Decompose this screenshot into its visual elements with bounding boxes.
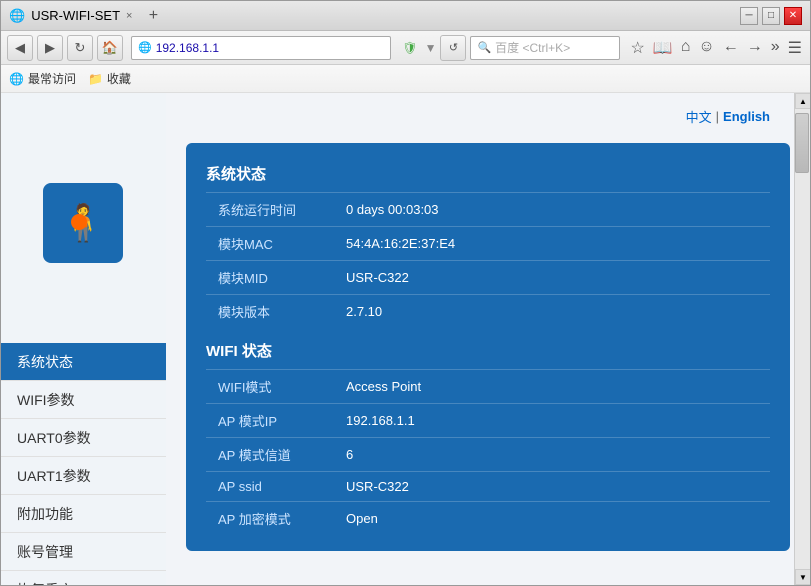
row-ap-ip: AP 模式IP 192.168.1.1 [206,403,770,437]
system-section-title: 系统状态 [206,163,770,184]
sidebar: 🧍 系统状态 WIFI参数 UART0参数 UART1参数 附加功能 账号管理 … [1,93,166,585]
value-ap-encrypt: Open [346,511,378,526]
search-placeholder: 百度 <Ctrl+K> [495,39,570,56]
value-wifi-mode: Access Point [346,379,421,394]
bookmark-frequent-label: 最常访问 [28,70,76,87]
value-uptime: 0 days 00:03:03 [346,202,439,217]
forward-btn[interactable]: ▶ [37,35,63,61]
separator: ▼ [425,41,437,55]
sidebar-nav: 系统状态 WIFI参数 UART0参数 UART1参数 附加功能 账号管理 恢复… [1,343,166,585]
shield-icon: 🛡 [402,41,417,55]
bookmarks-bar: 🌐 最常访问 📁 收藏 [1,65,810,93]
bookmark-saved-label: 收藏 [107,70,131,87]
label-mac: 模块MAC [206,234,346,253]
menu-icon[interactable]: ☰ [786,36,804,60]
scroll-down-btn[interactable]: ▼ [795,569,810,585]
row-ap-encrypt: AP 加密模式 Open [206,501,770,535]
address-text: 192.168.1.1 [156,41,219,55]
smiley-icon[interactable]: ☺ [696,36,716,60]
sidebar-item-uart1[interactable]: UART1参数 [1,457,166,495]
tab-close-btn[interactable]: × [126,10,132,22]
row-ap-ssid: AP ssid USR-C322 [206,471,770,501]
forward-icon[interactable]: → [745,36,765,60]
new-tab-btn[interactable]: + [142,5,164,27]
bookmark-frequent[interactable]: 🌐 最常访问 [9,70,76,87]
row-mid: 模块MID USR-C322 [206,260,770,294]
sidebar-item-extra[interactable]: 附加功能 [1,495,166,533]
row-wifi-mode: WIFI模式 Access Point [206,369,770,403]
logo-area: 🧍 [43,183,123,263]
value-ap-channel: 6 [346,447,353,462]
scroll-up-btn[interactable]: ▲ [795,93,810,109]
wifi-section-title: WIFI 状态 [206,340,770,361]
logo-container: 🧍 [1,143,166,253]
sidebar-item-system-status[interactable]: 系统状态 [1,343,166,381]
home-btn[interactable]: 🏠 [97,35,123,61]
logo-person-wrap: 🧍 [61,202,106,244]
reload-btn[interactable]: ↺ [440,35,466,61]
label-wifi-mode: WIFI模式 [206,377,346,396]
row-version: 模块版本 2.7.10 [206,294,770,328]
sidebar-item-uart0[interactable]: UART0参数 [1,419,166,457]
lang-separator: | [716,109,719,124]
main-panel: 系统状态 系统运行时间 0 days 00:03:03 模块MAC 54:4A:… [166,93,810,585]
label-version: 模块版本 [206,302,346,321]
row-uptime: 系统运行时间 0 days 00:03:03 [206,192,770,226]
lang-chinese[interactable]: 中文 [686,107,712,126]
label-uptime: 系统运行时间 [206,200,346,219]
value-ap-ip: 192.168.1.1 [346,413,415,428]
info-card: 系统状态 系统运行时间 0 days 00:03:03 模块MAC 54:4A:… [186,143,790,551]
close-btn[interactable]: ✕ [784,7,802,25]
label-ap-channel: AP 模式信道 [206,445,346,464]
lang-links: 中文 | English [686,107,770,126]
label-ap-encrypt: AP 加密模式 [206,509,346,528]
frequent-icon: 🌐 [9,72,24,86]
star-icon[interactable]: ☆ [628,36,646,60]
label-ap-ssid: AP ssid [206,479,346,494]
home-icon[interactable]: ⌂ [679,36,693,60]
sidebar-item-restore[interactable]: 恢复重启 [1,571,166,585]
refresh-btn[interactable]: ↻ [67,35,93,61]
folder-icon: 📁 [88,72,103,86]
value-mac: 54:4A:16:2E:37:E4 [346,236,455,251]
sidebar-item-account[interactable]: 账号管理 [1,533,166,571]
back-icon[interactable]: ← [721,36,741,60]
value-mid: USR-C322 [346,270,409,285]
tab-favicon: 🌐 [9,8,25,24]
bookmark-icon[interactable]: 📖 [651,36,675,60]
search-bar[interactable]: 🔍 百度 <Ctrl+K> [470,36,620,60]
row-mac: 模块MAC 54:4A:16:2E:37:E4 [206,226,770,260]
window-controls: ─ □ ✕ [740,7,802,25]
back-btn[interactable]: ◀ [7,35,33,61]
title-bar: 🌐 USR-WIFI-SET × + ─ □ ✕ [1,1,810,31]
search-icon: 🔍 [477,41,491,54]
page-icon: 🌐 [138,41,152,54]
more-icon[interactable]: » [769,36,782,60]
row-ap-channel: AP 模式信道 6 [206,437,770,471]
bookmark-saved[interactable]: 📁 收藏 [88,70,131,87]
minimize-btn[interactable]: ─ [740,7,758,25]
tab-title: USR-WIFI-SET [31,8,120,23]
nav-bar: ◀ ▶ ↻ 🏠 🌐 192.168.1.1 🛡 ▼ ↺ 🔍 百度 <Ctrl+K… [1,31,810,65]
scroll-thumb[interactable] [795,113,809,173]
content-area: 中文 | English 🧍 系统状态 WIFI参数 UART0参数 UART [1,93,810,585]
value-version: 2.7.10 [346,304,382,319]
sidebar-item-wifi-params[interactable]: WIFI参数 [1,381,166,419]
maximize-btn[interactable]: □ [762,7,780,25]
address-bar[interactable]: 🌐 192.168.1.1 [131,36,391,60]
nav-icons: ☆ 📖 ⌂ ☺ ← → » ☰ [628,36,804,60]
label-mid: 模块MID [206,268,346,287]
value-ap-ssid: USR-C322 [346,479,409,494]
scrollbar[interactable]: ▲ ▼ [794,93,810,585]
label-ap-ip: AP 模式IP [206,411,346,430]
lang-english[interactable]: English [723,109,770,124]
